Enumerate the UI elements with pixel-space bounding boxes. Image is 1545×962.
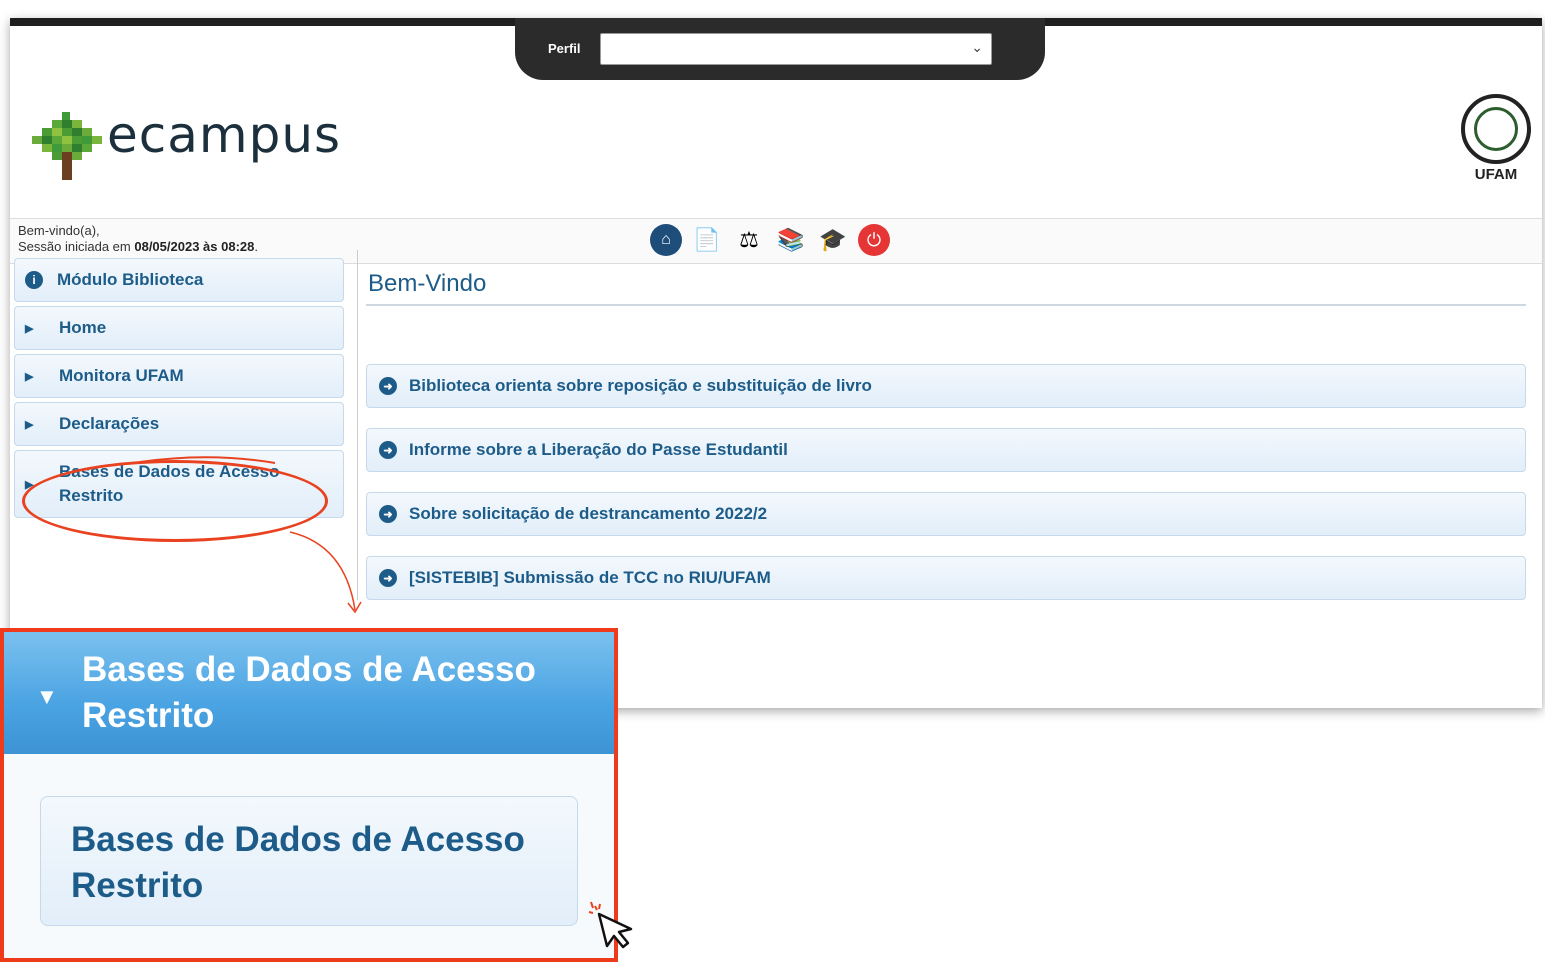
sidebar-item-monitora-ufam[interactable]: ▶ Monitora UFAM [14,354,344,398]
zoom-header-line2: Restrito [82,696,215,735]
caret-right-icon: ▶ [25,418,34,431]
power-icon[interactable]: ⏻ [858,224,890,256]
arrow-circle-right-icon: ➜ [379,505,397,523]
session-start-prefix: Sessão iniciada em [18,239,131,254]
zoom-header-text: Bases de Dados de Acesso Restrito [82,647,536,739]
home-icon[interactable]: ⌂ [650,224,682,256]
arrow-circle-right-icon: ➜ [379,569,397,587]
tree-logo-icon [32,112,102,180]
perfil-bar: Perfil ⌄ [515,18,1045,80]
zoom-item-line2: Restrito [71,866,204,905]
main-content: Bem-Vindo ➜ Biblioteca orienta sobre rep… [366,258,1526,620]
toolbar: ⌂ 📄 ⚖ 📚 🎓 ⏻ [650,223,890,257]
news-list: ➜ Biblioteca orienta sobre reposição e s… [366,364,1526,600]
session-start-line: Sessão iniciada em 08/05/2023 às 08:28. [18,239,258,255]
news-item-label: [SISTEBIB] Submissão de TCC no RIU/UFAM [409,568,771,587]
page-title: Bem-Vindo [366,258,1526,306]
zoom-header-line1: Bases de Dados de Acesso [82,650,536,689]
sidebar-item-label: Declarações [59,414,160,433]
highlight-ellipse [22,460,328,542]
news-item-label: Sobre solicitação de destrancamento 2022… [409,504,768,523]
books-icon[interactable]: 📚 [774,223,808,257]
zoom-submenu-item[interactable]: Bases de Dados de Acesso Restrito [40,796,578,926]
zoom-menu-header[interactable]: ▼ Bases de Dados de Acesso Restrito [4,632,614,754]
news-item-label: Biblioteca orienta sobre reposição e sub… [409,376,872,395]
sidebar-item-label: Home [59,318,107,337]
ufam-seal-icon [1461,94,1531,164]
sidebar-item-label: Módulo Biblioteca [57,270,204,289]
graduate-icon[interactable]: 🎓 [816,223,850,257]
welcome-text: Bem-vindo(a), [18,223,100,238]
perfil-label: Perfil [548,41,581,56]
ecampus-logo[interactable]: ecampus [32,104,392,194]
caret-right-icon: ▶ [25,370,34,383]
pointer-cursor-icon [588,901,633,949]
sidebar-item-declaracoes[interactable]: ▶ Declarações [14,402,344,446]
ufam-logo: UFAM [1458,94,1534,183]
news-item[interactable]: ➜ Biblioteca orienta sobre reposição e s… [366,364,1526,408]
logo-text: ecampus [107,106,342,164]
document-settings-icon[interactable]: 📄 [690,223,724,257]
student-icon[interactable]: ⚖ [732,223,766,257]
session-start-suffix: . [254,239,258,254]
sidebar-item-label: Monitora UFAM [59,366,184,385]
session-start-time: 08/05/2023 às 08:28 [134,239,255,254]
arrow-circle-right-icon: ➜ [379,377,397,395]
zoom-callout: ▼ Bases de Dados de Acesso Restrito Base… [0,628,618,962]
info-icon: i [25,271,43,289]
sidebar-item-modulo-biblioteca[interactable]: i Módulo Biblioteca [14,258,344,302]
chevron-down-icon: ⌄ [971,39,983,55]
sidebar-divider [357,250,358,600]
news-item[interactable]: ➜ Informe sobre a Liberação do Passe Est… [366,428,1526,472]
news-item[interactable]: ➜ Sobre solicitação de destrancamento 20… [366,492,1526,536]
perfil-select[interactable]: ⌄ [600,33,992,65]
session-info: Bem-vindo(a), Sessão iniciada em 08/05/2… [18,223,258,255]
caret-right-icon: ▶ [25,322,34,335]
arrow-circle-right-icon: ➜ [379,441,397,459]
zoom-item-line1: Bases de Dados de Acesso [71,820,525,859]
news-item[interactable]: ➜ [SISTEBIB] Submissão de TCC no RIU/UFA… [366,556,1526,600]
sidebar-item-home[interactable]: ▶ Home [14,306,344,350]
ufam-label: UFAM [1474,166,1518,183]
caret-down-icon: ▼ [36,684,58,709]
news-item-label: Informe sobre a Liberação do Passe Estud… [409,440,788,459]
